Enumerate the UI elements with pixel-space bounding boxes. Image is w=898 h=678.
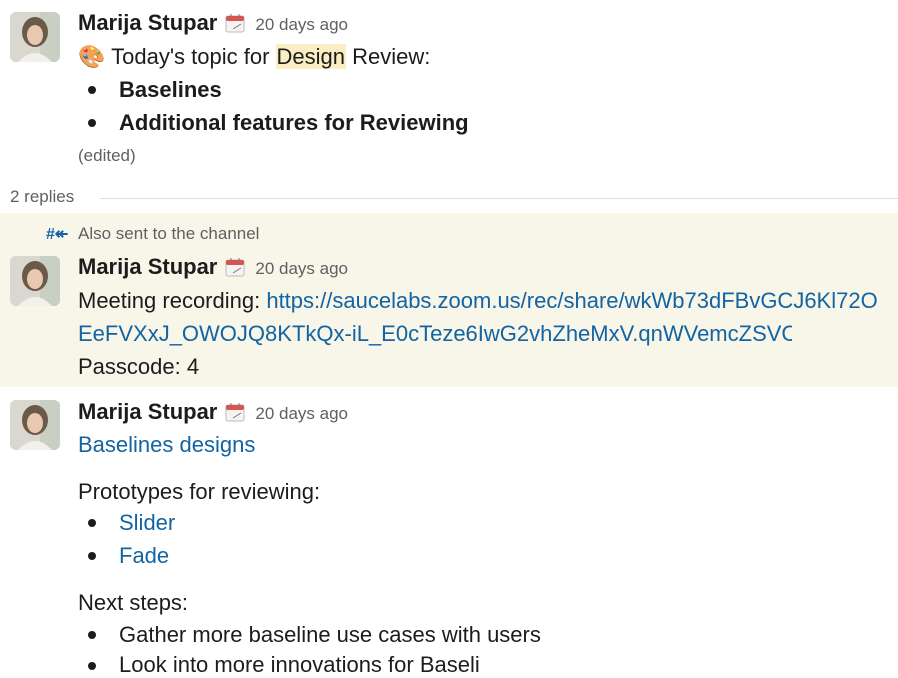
message-timestamp[interactable]: 20 days ago [255,404,348,423]
author-name[interactable]: Marija Stupar [78,10,217,35]
bullet-icon [88,519,96,527]
designs-link[interactable]: Baselines designs [78,432,255,458]
channel-share-icon: #↞ [46,226,69,243]
author-name[interactable]: Marija Stupar [78,254,217,279]
avatar-image [10,256,60,306]
message-text: 🎨 Today's topic for Design Review: [78,44,430,70]
calendar-status-icon [225,403,245,422]
bullet-icon [88,662,96,670]
avatar[interactable] [10,400,60,450]
thread-divider [100,198,898,199]
list-item: Gather more baseline use cases with user… [119,622,541,647]
list-item: Additional features for Reviewing [119,110,469,135]
message-timestamp[interactable]: 20 days ago [255,15,348,34]
list-item: Baselines [119,77,222,102]
avatar[interactable] [10,256,60,306]
avatar-image [10,12,60,62]
passcode-text: Passcode: 4 [78,354,200,379]
message-timestamp[interactable]: 20 days ago [255,259,348,278]
topic-prefix: Today's topic for [111,44,276,69]
highlighted-keyword: Design [275,44,346,69]
author-name[interactable]: Marija Stupar [78,399,217,424]
recording-link[interactable]: https://saucelabs.zoom.us/rec/share/wkWb… [266,288,877,313]
topic-suffix: Review: [346,44,431,69]
calendar-status-icon [225,14,245,33]
bullet-icon [88,552,96,560]
next-steps-label: Next steps: [78,590,189,615]
recording-link-continued[interactable]: EeFVXxJ_OWOJQ8KTkQx-iL_E0cTeze6IwG2vhZhe… [78,321,792,347]
edited-label: (edited) [78,146,136,165]
recording-label: Meeting recording: [78,288,267,313]
prototype-link-slider[interactable]: Slider [119,510,175,536]
palette-emoji: 🎨 [78,44,106,69]
also-sent-label[interactable]: Also sent to the channel [78,224,259,244]
list-item: Look into more innovations for Baseli [119,652,480,677]
bullet-icon [88,119,96,127]
bullet-icon [88,631,96,639]
calendar-status-icon [225,258,245,277]
thread-replies-count[interactable]: 2 replies [10,187,74,207]
bullet-icon [88,86,96,94]
avatar-image [10,400,60,450]
recording-line: Meeting recording: https://saucelabs.zoo… [78,288,898,314]
avatar[interactable] [10,12,60,62]
prototypes-label: Prototypes for reviewing: [78,479,321,504]
prototype-link-fade[interactable]: Fade [119,543,169,569]
